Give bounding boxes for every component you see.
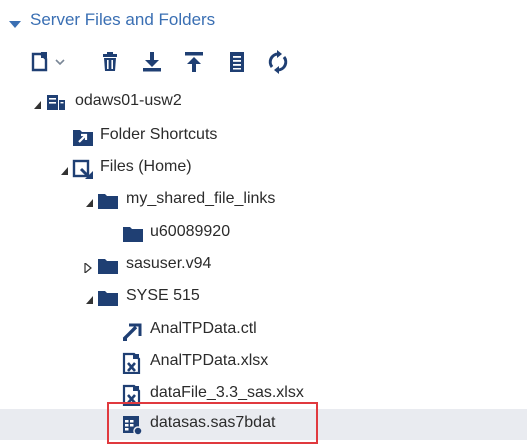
- tree-node-folder-shortcuts[interactable]: Folder Shortcuts: [0, 121, 527, 152]
- new-menu-button[interactable]: [30, 50, 70, 74]
- home-files-icon: [72, 158, 94, 180]
- folder-icon: [97, 255, 119, 277]
- tree-node-my-shared-file-links[interactable]: my_shared_file_links: [0, 185, 527, 216]
- expanded-caret-icon[interactable]: [34, 97, 42, 115]
- tree-node-analtpdata-ctl[interactable]: AnalTPData.ctl: [0, 315, 527, 346]
- tree-node-analtpdata-xlsx[interactable]: AnalTPData.xlsx: [0, 347, 527, 378]
- tree-node-u60089920[interactable]: u60089920: [0, 218, 527, 249]
- expanded-caret-icon[interactable]: [86, 195, 94, 213]
- refresh-icon[interactable]: [266, 50, 290, 74]
- folder-shortcut-icon: [72, 126, 94, 148]
- tree-node-syse-515[interactable]: SYSE 515: [0, 282, 527, 313]
- folder-icon: [122, 223, 144, 245]
- upload-icon[interactable]: [182, 50, 206, 74]
- highlight-box: [107, 402, 318, 444]
- new-file-icon: [31, 52, 65, 72]
- folder-icon: [97, 190, 119, 212]
- tree-node-label: AnalTPData.xlsx: [150, 352, 269, 369]
- tree-node-label: sasuser.v94: [126, 255, 212, 272]
- tree-node-server[interactable]: odaws01-usw2: [0, 87, 527, 118]
- expanded-caret-icon[interactable]: [86, 292, 94, 310]
- download-icon[interactable]: [140, 50, 164, 74]
- tree-node-label: Files (Home): [100, 158, 192, 175]
- excel-file-icon: [121, 352, 143, 375]
- tree-node-label: u60089920: [150, 223, 231, 240]
- tree-node-files-home[interactable]: Files (Home): [0, 153, 527, 184]
- tree-node-label: Folder Shortcuts: [100, 126, 218, 143]
- tree-node-label: AnalTPData.ctl: [150, 320, 257, 337]
- collapsed-caret-icon[interactable]: [84, 260, 92, 278]
- folder-icon: [97, 287, 119, 309]
- tree-node-sasuser[interactable]: sasuser.v94: [0, 250, 527, 281]
- ctl-file-icon: [121, 320, 143, 342]
- trash-icon[interactable]: [98, 50, 122, 74]
- tree-node-label: my_shared_file_links: [126, 190, 276, 207]
- expanded-caret-icon[interactable]: [61, 163, 69, 181]
- collapse-caret-icon[interactable]: [9, 16, 21, 34]
- tree-node-label: SYSE 515: [126, 287, 200, 304]
- panel-title: Server Files and Folders: [30, 10, 216, 29]
- properties-icon[interactable]: [225, 50, 249, 74]
- tree-node-label: odaws01-usw2: [75, 92, 182, 109]
- tree-node-label: dataFile_3.3_sas.xlsx: [150, 384, 304, 401]
- server-icon: [45, 92, 67, 114]
- panel-header[interactable]: Server Files and Folders: [0, 0, 527, 40]
